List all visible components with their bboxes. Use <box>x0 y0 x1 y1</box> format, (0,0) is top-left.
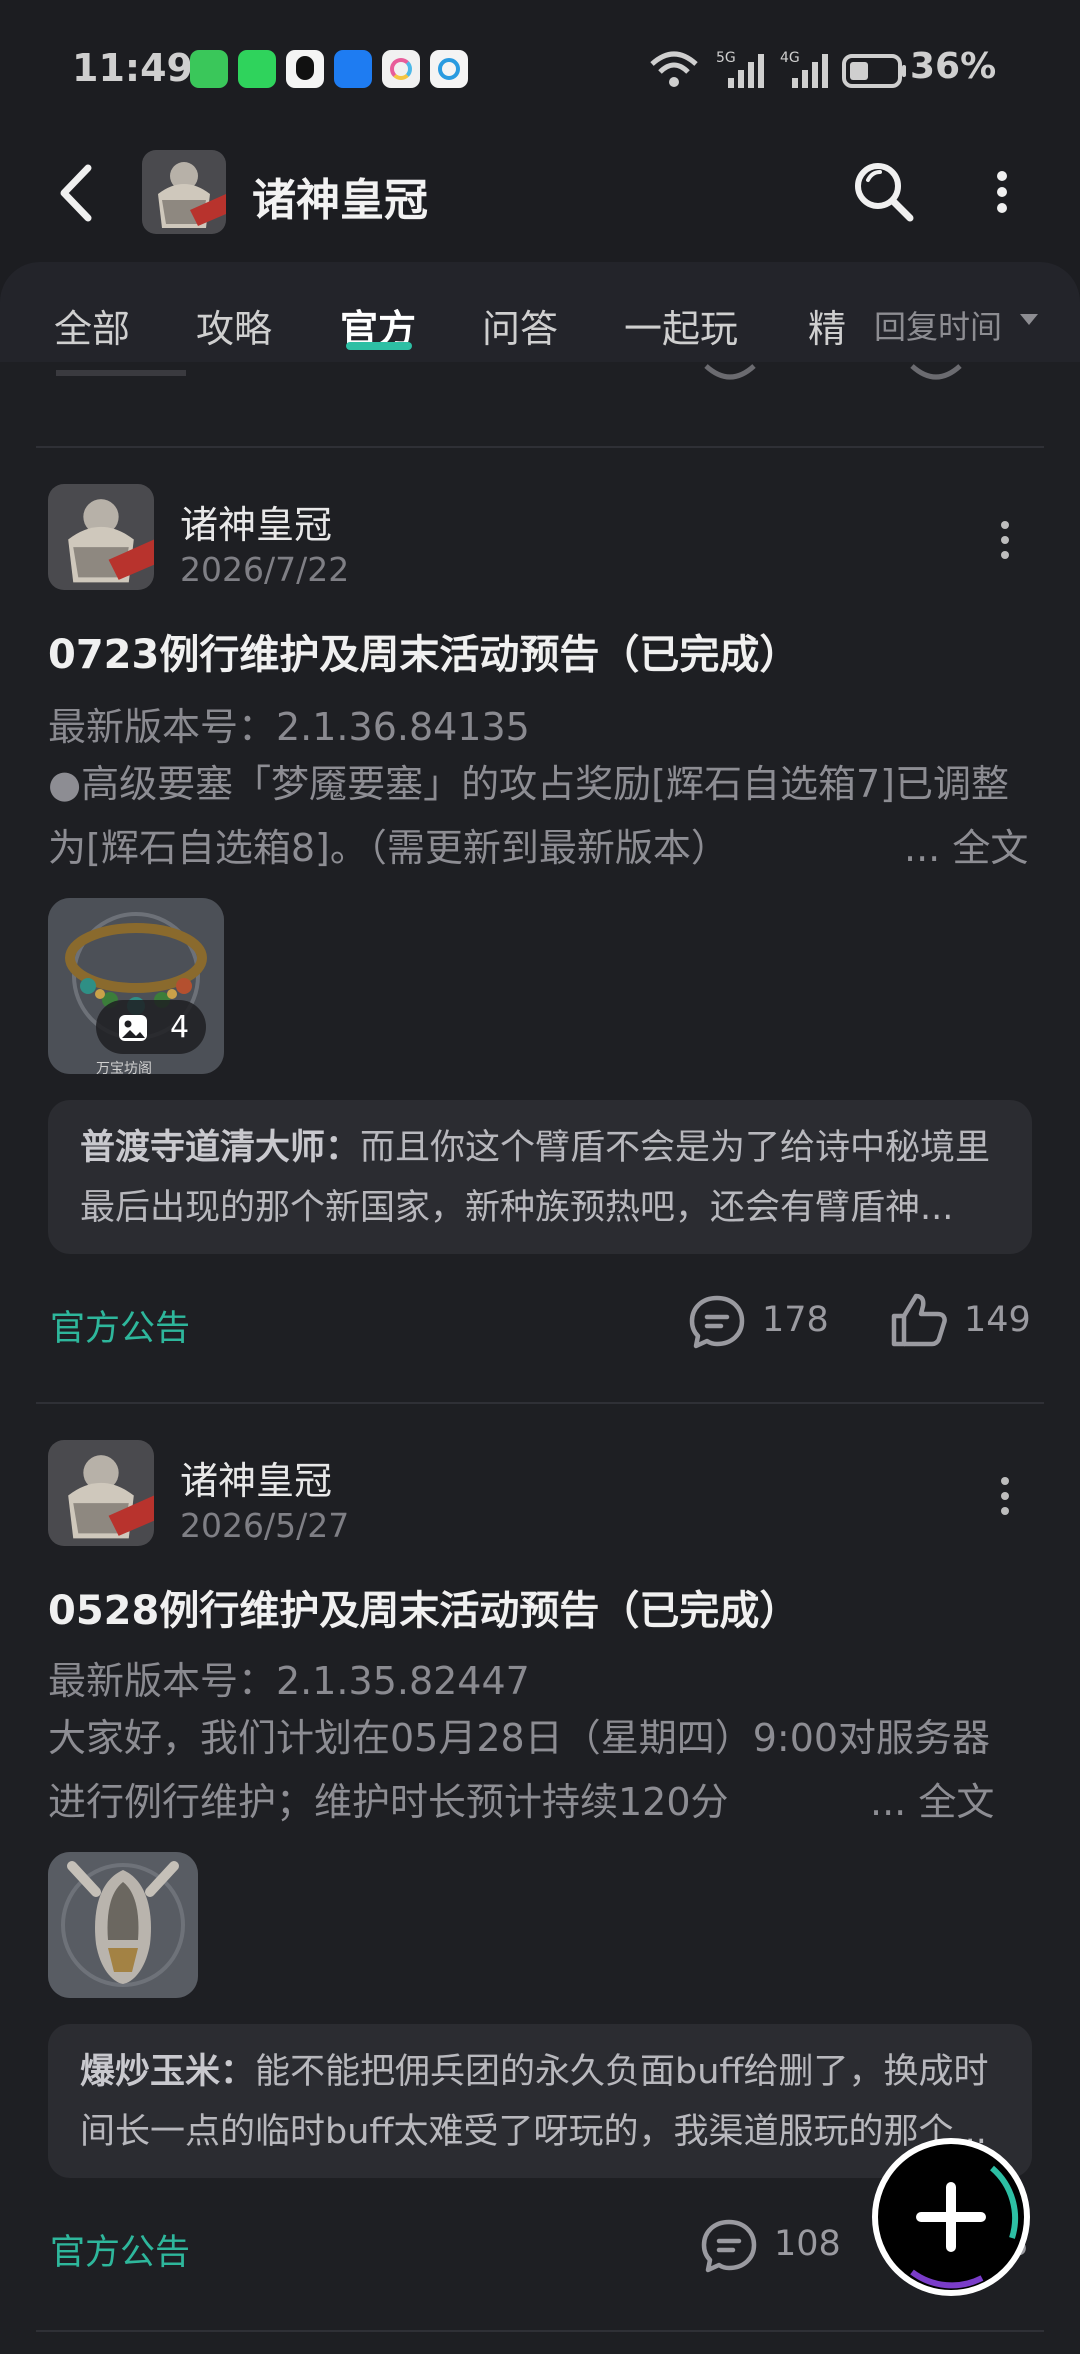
game-logo <box>142 150 226 234</box>
comment-icon[interactable] <box>688 1294 746 1350</box>
author-name[interactable]: 诸神皇冠 <box>180 494 332 549</box>
post-more-icon[interactable] <box>1000 520 1010 560</box>
search-icon[interactable] <box>850 158 916 224</box>
post-version: 最新版本号：2.1.35.82447 <box>48 1659 530 1703</box>
create-post-button[interactable] <box>872 2138 1030 2296</box>
signal-4g-icon <box>792 54 828 88</box>
wechat-work-app-icon <box>238 50 276 88</box>
tab-all[interactable]: 全部 <box>54 298 130 353</box>
page-title: 诸神皇冠 <box>252 175 428 226</box>
image-caption: 万宝坊阁 <box>96 1061 152 1074</box>
post-excerpt: ●高级要塞「梦魇要塞」的攻占奖励[辉石自选箱7]已调整为[辉石自选箱8]。（需更… <box>48 752 1028 880</box>
thumbs-up-icon[interactable] <box>890 1292 948 1348</box>
tab-featured[interactable]: 精 <box>808 298 846 353</box>
image-count-badge: 4 <box>96 1000 206 1054</box>
qq-app-icon <box>286 50 324 88</box>
post-divider <box>36 2330 1044 2332</box>
read-full-link[interactable]: ... 全文 <box>898 816 1044 880</box>
author-name[interactable]: 诸神皇冠 <box>180 1450 332 1505</box>
active-tab-indicator <box>346 342 412 350</box>
messages-app-icon <box>190 50 228 88</box>
china-mobile-app-icon <box>430 50 468 88</box>
battery-icon <box>842 54 906 88</box>
post-image[interactable] <box>48 1852 198 1998</box>
sort-chevron-down-icon <box>1020 314 1038 325</box>
comment-icon[interactable] <box>700 2218 758 2274</box>
colorful-app-icon <box>382 50 420 88</box>
post-date: 2026/5/27 <box>180 1506 350 1545</box>
tab-guides[interactable]: 攻略 <box>196 298 272 353</box>
feishu-app-icon <box>334 50 372 88</box>
post-title[interactable]: 0528例行维护及周末活动预告（已完成） <box>48 1578 799 1636</box>
comment-user: 普渡寺道清大师： <box>80 1128 361 1168</box>
hot-comment-content: 普渡寺道清大师：而且你这个臂盾不会是为了给诗中秘境里最后出现的那个新国家，新种族… <box>80 1118 1000 1238</box>
partial-tag <box>56 370 186 376</box>
tab-play-together[interactable]: 一起玩 <box>624 298 738 353</box>
comment-user: 爆炒玉米： <box>80 2052 256 2092</box>
post-more-icon[interactable] <box>1000 1476 1010 1516</box>
partial-like-icon <box>910 364 962 380</box>
post-excerpt-text: ●高级要塞「梦魇要塞」的攻占奖励[辉石自选箱7]已调整为[辉石自选箱8]。（需更… <box>48 762 1009 870</box>
status-time: 11:49 <box>72 46 193 90</box>
comment-count: 108 <box>774 2224 841 2264</box>
author-avatar[interactable] <box>48 1440 154 1546</box>
signal-5g-icon <box>728 54 764 88</box>
gallery-icon <box>119 1015 147 1041</box>
tab-qa[interactable]: 问答 <box>482 298 558 353</box>
wifi-icon <box>650 51 698 87</box>
post-tag[interactable]: 官方公告 <box>50 2224 190 2275</box>
post-version: 最新版本号：2.1.36.84135 <box>48 705 530 749</box>
post-tag[interactable]: 官方公告 <box>50 1300 190 1351</box>
hot-comment-content: 爆炒玉米：能不能把佣兵团的永久负面buff给删了，换成时间长一点的临时buff太… <box>80 2042 1000 2162</box>
post-date: 2026/7/22 <box>180 550 350 589</box>
post-excerpt-text: 大家好，我们计划在05月28日（星期四）9:00对服务器进行例行维护；维护时长预… <box>48 1716 991 1824</box>
status-bar: 11:49 5G 4G 36% <box>0 0 1080 140</box>
plus-icon <box>916 2182 986 2252</box>
image-count: 4 <box>170 1010 190 1045</box>
battery-percent: 36% <box>910 46 997 87</box>
author-avatar[interactable] <box>48 484 154 590</box>
more-vertical-icon[interactable] <box>992 170 1012 214</box>
back-chevron-left-icon[interactable] <box>52 162 102 224</box>
like-count: 149 <box>964 1300 1031 1340</box>
sort-dropdown[interactable]: 回复时间 <box>874 302 1002 348</box>
read-full-link[interactable]: ... 全文 <box>864 1770 1044 1834</box>
post-title[interactable]: 0723例行维护及周末活动预告（已完成） <box>48 622 799 680</box>
partial-comment-icon <box>704 364 756 380</box>
hot-comment[interactable]: 普渡寺道清大师：而且你这个臂盾不会是为了给诗中秘境里最后出现的那个新国家，新种族… <box>48 1100 1032 1254</box>
comment-count: 178 <box>762 1300 829 1340</box>
